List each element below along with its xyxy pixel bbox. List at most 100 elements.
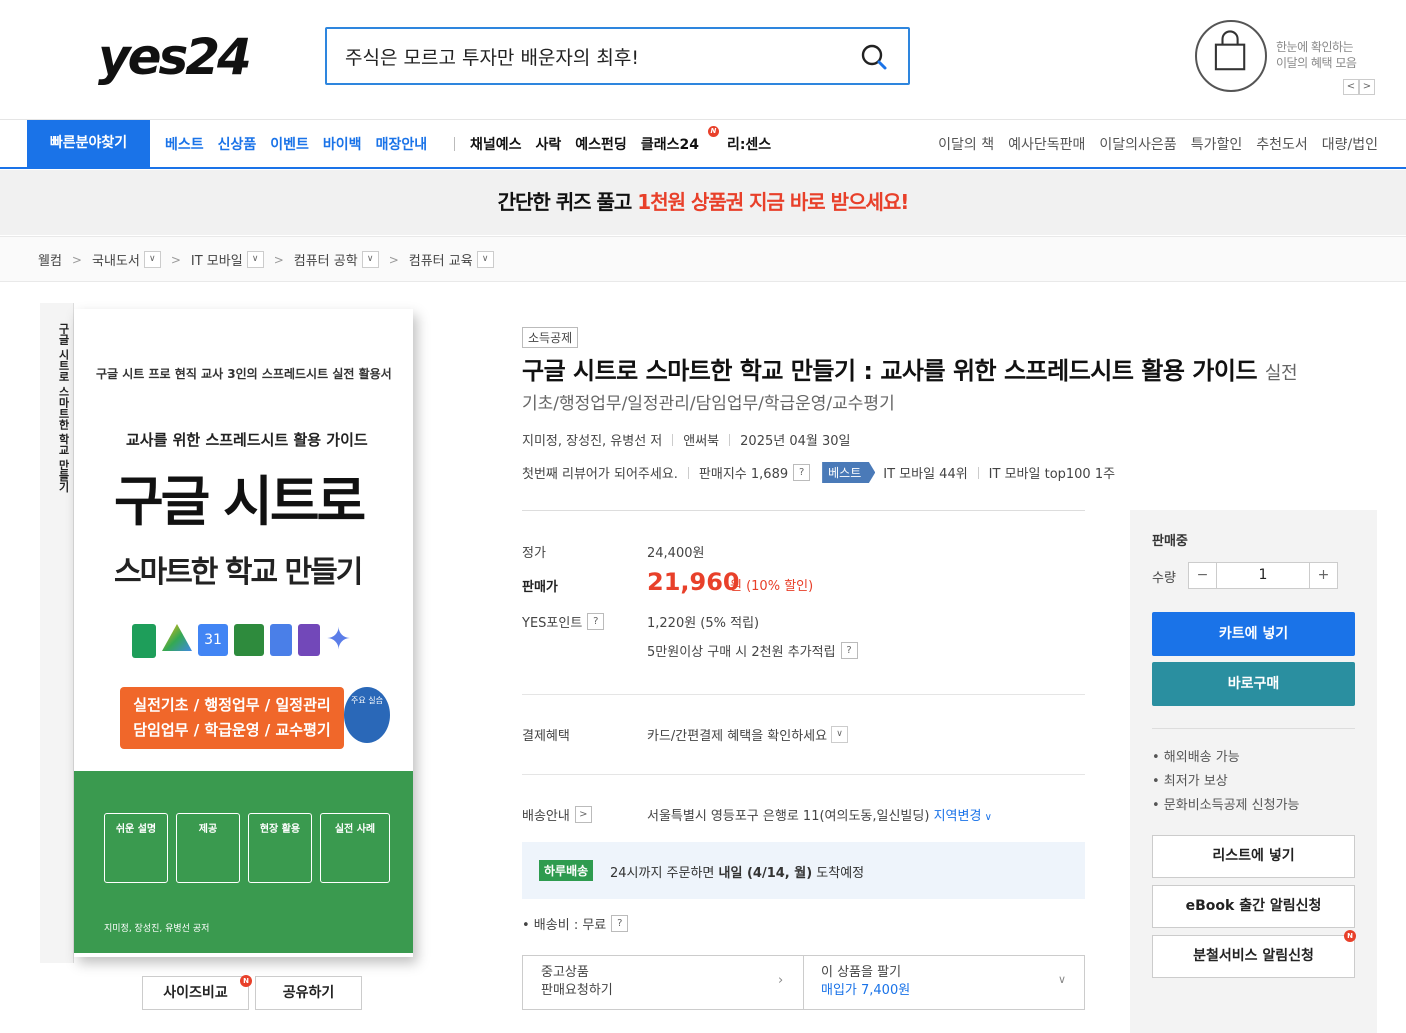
nav-divider <box>454 137 455 151</box>
cover-title-2: 스마트한 학교 만들기 <box>114 555 363 590</box>
size-compare-button[interactable]: 사이즈비교 <box>142 976 249 1010</box>
rank-top100[interactable]: IT 모바일 top100 1주 <box>989 463 1115 482</box>
chevron-right-icon: > <box>170 252 181 267</box>
add-to-list-button[interactable]: 리스트에 넣기 <box>1152 835 1355 878</box>
payment-benefits[interactable]: 카드/간편결제 혜택을 확인하세요 ∨ <box>647 725 849 744</box>
chevron-down-icon[interactable]: ∨ <box>476 251 494 268</box>
crumb-domestic[interactable]: 국내도서 <box>92 250 140 269</box>
chevron-right-icon: > <box>273 252 284 267</box>
used-request-link[interactable]: 중고상품 판매요청하기 <box>541 964 613 1000</box>
nav-event[interactable]: 이벤트 <box>270 134 309 154</box>
shipping-fee: • 배송비 : 무료? <box>522 914 629 933</box>
divider <box>522 694 1085 695</box>
search-input[interactable] <box>345 41 845 71</box>
same-day-badge: 하루배송 <box>539 860 594 881</box>
rank-it-mobile[interactable]: IT 모바일 44위 <box>883 463 967 482</box>
authors-link[interactable]: 지미정, 장성진, 유병선 저 <box>522 430 662 449</box>
quantity-plus-button[interactable]: + <box>1309 563 1337 588</box>
cover-topics: 실전기초 / 행정업무 / 일정관리 담임업무 / 학급운영 / 교수평기 <box>120 687 344 749</box>
chevron-down-icon[interactable]: ∨ <box>143 251 161 268</box>
sales-index: 판매지수 1,689 <box>698 467 789 482</box>
nav-new[interactable]: 신상품 <box>218 134 257 154</box>
author-line: 지미정, 장성진, 유병선 저 앤써북 2025년 04월 30일 <box>522 430 850 449</box>
nav-discount[interactable]: 특가할인 <box>1191 134 1243 154</box>
feature-lowest-price: • 최저가 보상 <box>1152 774 1228 789</box>
nav-buyback[interactable]: 바이백 <box>323 134 362 154</box>
payment-label: 결제혜택 <box>522 729 570 744</box>
next-arrow-icon[interactable]: > <box>1359 79 1375 95</box>
quiz-banner[interactable]: 간단한 퀴즈 풀고 1천원 상품권 지금 바로 받으세요! <box>0 170 1406 235</box>
book-spine: 구글 시트로 스마트한 학교 만들기 <box>40 303 74 963</box>
best-badge: 베스트 <box>822 462 876 483</box>
sell-item-link[interactable]: 이 상품을 팔기 매입가 7,400원 <box>821 964 910 1000</box>
chevron-down-icon[interactable]: ∨ <box>361 251 379 268</box>
search-bar[interactable] <box>325 27 910 85</box>
help-icon[interactable]: ? <box>840 642 858 659</box>
list-price-value: 24,400원 <box>647 546 705 561</box>
crumb-home[interactable]: 웰컴 <box>38 250 62 269</box>
feature-culture-deduction: • 문화비소득공제 신청가능 <box>1152 798 1300 813</box>
nav-bulk[interactable]: 대량/법인 <box>1322 134 1378 154</box>
cover-box-2: 제공 <box>176 813 240 883</box>
nav-gifts[interactable]: 이달의사은품 <box>1099 134 1176 154</box>
help-icon[interactable]: ? <box>611 915 629 932</box>
crumb-cs-edu[interactable]: 컴퓨터 교육 <box>409 250 473 269</box>
ebook-alert-button[interactable]: eBook 출간 알림신청 <box>1152 885 1355 928</box>
used-sell-box: 중고상품 판매요청하기 › 이 상품을 팔기 매입가 7,400원 ∨ <box>522 955 1085 1010</box>
new-badge: N <box>240 975 252 987</box>
nav-exclusive[interactable]: 예사단독판매 <box>1008 134 1085 154</box>
app-icons: 31 ✦ <box>132 624 354 658</box>
chevron-right-icon: › <box>778 973 784 988</box>
nav-tertiary: 이달의 책 예사단독판매 이달의사은품 특가할인 추천도서 대량/법인 <box>924 134 1378 154</box>
nav-funding[interactable]: 예스펀딩 <box>575 134 627 154</box>
yes24-logo[interactable]: yes24 <box>98 28 258 86</box>
split-service-alert-button[interactable]: 분철서비스 알림신청 <box>1152 935 1355 978</box>
crumb-it-mobile[interactable]: IT 모바일 <box>191 250 243 269</box>
review-line: 첫번째 리뷰어가 되어주세요. 판매지수 1,689 ? 베스트 IT 모바일 … <box>522 462 1115 483</box>
publish-date: 2025년 04월 30일 <box>740 434 851 449</box>
first-review-link[interactable]: 첫번째 리뷰어가 되어주세요. <box>522 463 678 482</box>
breadcrumb: 웰컴 > 국내도서 ∨ > IT 모바일 ∨ > 컴퓨터 공학 ∨ > 컴퓨터 … <box>0 236 1406 282</box>
nav-store[interactable]: 매장안내 <box>376 134 428 154</box>
gemini-icon: ✦ <box>326 622 352 657</box>
nav-book-of-month[interactable]: 이달의 책 <box>938 134 994 154</box>
book-cover-image[interactable]: 구글 시트로 스마트한 학교 만들기 구글 시트 프로 현직 교사 3인의 스프… <box>40 303 413 963</box>
divider <box>1152 728 1355 729</box>
nav-recommend[interactable]: 추천도서 <box>1256 134 1308 154</box>
chevron-down-icon[interactable]: ∨ <box>246 251 264 268</box>
share-button[interactable]: 공유하기 <box>255 976 362 1010</box>
chevron-down-icon[interactable]: ∨ <box>831 726 849 743</box>
nav-sarak[interactable]: 사락 <box>536 134 562 154</box>
help-icon[interactable]: ? <box>793 464 811 481</box>
tax-deduction-tag: 소득공제 <box>522 327 579 348</box>
prev-arrow-icon[interactable]: < <box>1343 79 1359 95</box>
shipping-address: 서울특별시 영등포구 은행로 11(여의도동,일신빌딩) 지역변경 ∨ <box>647 809 992 824</box>
nav-best[interactable]: 베스트 <box>165 134 204 154</box>
buy-now-button[interactable]: 바로구매 <box>1152 662 1355 706</box>
monthly-benefit-link[interactable]: 한눈에 확인하는 이달의 혜택 모음 <box>1276 39 1357 71</box>
nav-channel-yes[interactable]: 채널예스 <box>470 134 522 154</box>
nav-primary: 베스트 신상품 이벤트 바이백 매장안내 <box>165 134 441 154</box>
nav-license[interactable]: 리:센스 <box>727 134 771 154</box>
quantity-input[interactable]: 1 <box>1217 563 1309 588</box>
nav-class24[interactable]: 클래스24 N <box>641 126 719 154</box>
divider <box>803 956 804 1009</box>
quantity-minus-button[interactable]: − <box>1189 563 1217 588</box>
point-label: YES포인트? <box>522 612 605 631</box>
crumb-cs[interactable]: 컴퓨터 공학 <box>294 250 358 269</box>
search-icon[interactable] <box>860 43 888 71</box>
chevron-down-icon[interactable]: ∨ <box>1058 973 1066 986</box>
cover-bottom-band: 쉬운 설명 제공 현장 활용 실전 사례 지미정, 장성진, 유병선 공저 <box>74 771 413 953</box>
help-icon[interactable]: ? <box>587 613 605 630</box>
point-extra: 5만원이상 구매 시 2천원 추가적립? <box>647 641 858 660</box>
shopping-bag-icon[interactable] <box>1195 20 1267 92</box>
add-to-cart-button[interactable]: 카트에 넣기 <box>1152 612 1355 656</box>
publisher-link[interactable]: 앤써북 <box>683 430 719 449</box>
region-change-link[interactable]: 지역변경 <box>934 809 982 824</box>
chevron-right-icon[interactable]: > <box>574 806 592 823</box>
cover-box-1: 쉬운 설명 <box>104 813 168 883</box>
sale-status: 판매중 <box>1152 534 1188 549</box>
drive-icon <box>162 624 192 651</box>
list-price-label: 정가 <box>522 546 546 561</box>
quick-category-button[interactable]: 빠른분야찾기 <box>27 120 150 168</box>
